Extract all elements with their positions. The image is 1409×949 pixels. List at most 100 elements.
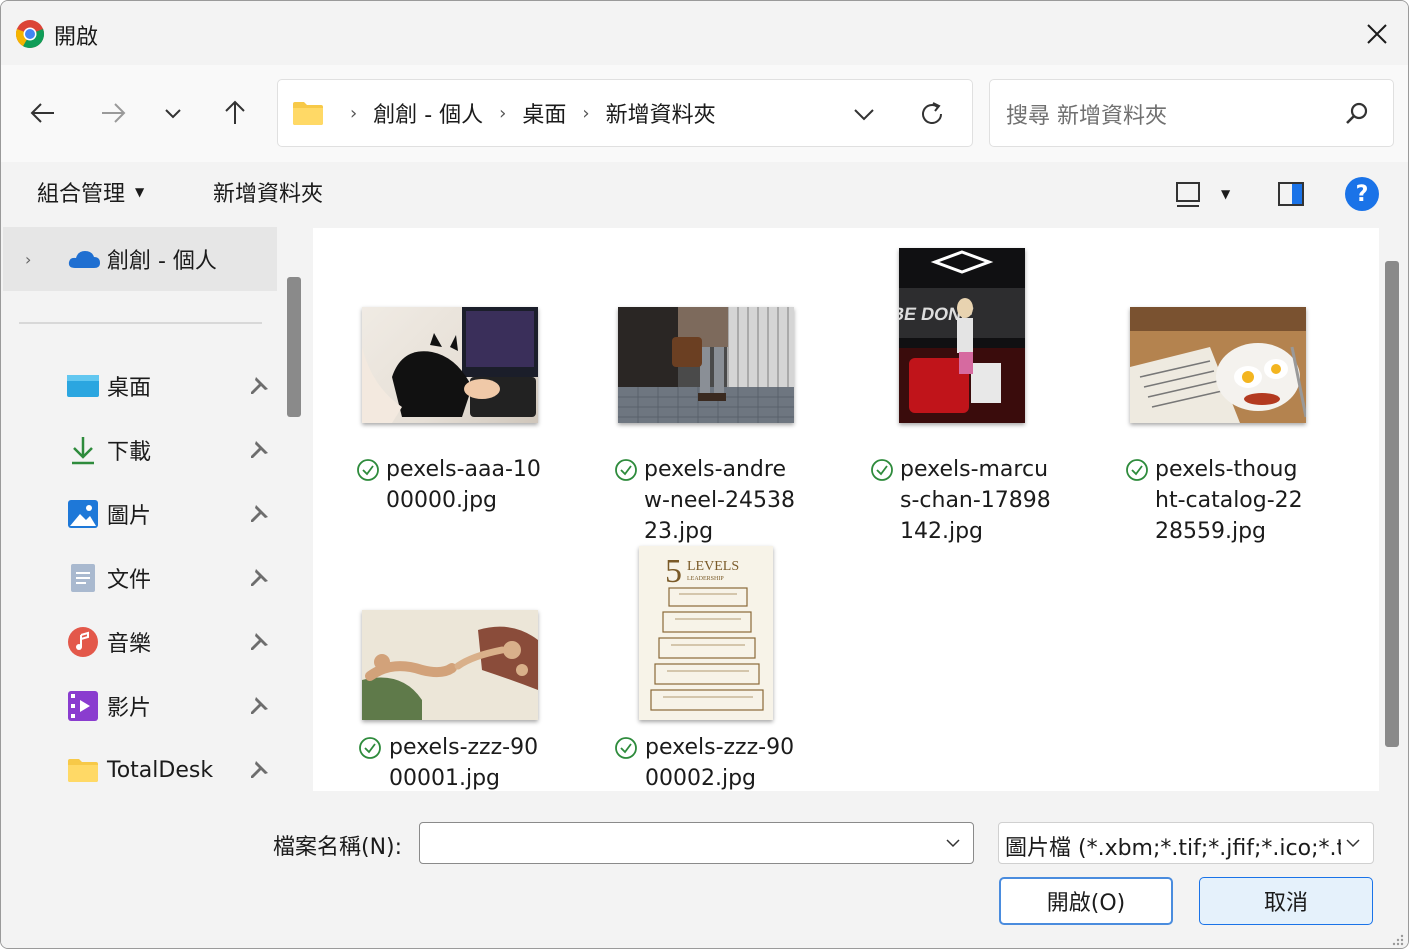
- breadcrumb-item-desktop[interactable]: 桌面: [522, 97, 566, 129]
- chrome-icon: [15, 20, 45, 48]
- caret-down-icon: ▼: [1221, 187, 1231, 201]
- file-name: pexels-andre w-neel-24538 23.jpg: [644, 457, 795, 544]
- image-thumbnail: [362, 610, 538, 720]
- window-title: 開啟: [54, 25, 99, 50]
- preview-pane-icon: [1278, 182, 1304, 206]
- pin-icon: [251, 633, 268, 650]
- arrow-up-icon: [225, 100, 245, 124]
- chevron-right-icon: ›: [25, 249, 32, 269]
- sidebar-item-downloads[interactable]: 下載: [1, 421, 281, 479]
- file-item[interactable]: pexels-andre w-neel-24538 23.jpg: [609, 248, 839, 548]
- back-button[interactable]: [21, 91, 65, 135]
- pin-icon: [251, 377, 268, 394]
- resize-grip-icon[interactable]: [1390, 932, 1404, 946]
- cancel-button[interactable]: 取消: [1199, 877, 1373, 925]
- videos-icon: [67, 690, 99, 722]
- book-cover-subtitle: LEADERSHIP: [687, 576, 724, 582]
- title-bar: 開啟: [1, 1, 1408, 65]
- music-icon: [67, 626, 99, 658]
- book-cover-title: LEVELS: [687, 559, 739, 574]
- book-cover-number: 5: [665, 553, 682, 590]
- file-item[interactable]: BE DONE pexels-marcu s-chan-17898 142.jpg: [865, 248, 1095, 548]
- breadcrumb-separator: ›: [499, 102, 507, 124]
- file-type-select[interactable]: 圖片檔 (*.xbm;*.tif;*.jfif;*.ico;*.t: [998, 822, 1374, 864]
- sidebar-item-documents[interactable]: 文件: [1, 549, 281, 607]
- refresh-button[interactable]: [914, 96, 950, 132]
- up-button[interactable]: [213, 91, 257, 135]
- sidebar-item-desktop[interactable]: 桌面: [1, 357, 281, 415]
- file-item[interactable]: pexels-thoug ht-catalog-22 28559.jpg: [1121, 248, 1351, 548]
- new-folder-button[interactable]: 新增資料夾: [213, 176, 323, 208]
- breadcrumb-item-new-folder[interactable]: 新增資料夾: [606, 97, 716, 129]
- file-item[interactable]: 5 LEVELS LEADERSHIP pexels-zzz-90 00002.j…: [609, 546, 839, 791]
- image-thumbnail: [362, 307, 538, 423]
- folder-icon: [67, 754, 99, 786]
- pin-icon: [251, 697, 268, 714]
- help-button[interactable]: ?: [1345, 177, 1379, 211]
- arrow-right-icon: [102, 103, 126, 123]
- open-file-dialog: 開啟 › 創創 - 個人 › 桌面 › 新增資料夾 搜尋 新增資料夾 組合管理 …: [0, 0, 1409, 949]
- help-icon: ?: [1355, 181, 1369, 207]
- file-name: pexels-zzz-90 00002.jpg: [645, 735, 795, 791]
- close-icon: [1367, 24, 1387, 44]
- sync-ok-icon: [359, 737, 381, 759]
- recent-locations-button[interactable]: [151, 91, 195, 135]
- caret-down-icon: ▼: [135, 185, 145, 199]
- file-item[interactable]: pexels-aaa-10 00000.jpg: [353, 248, 583, 528]
- chevron-down-icon: [854, 109, 874, 121]
- file-type-dropdown-button[interactable]: [1341, 831, 1365, 855]
- image-thumbnail: BE DONE: [899, 248, 1025, 423]
- sidebar-scrollbar-thumb[interactable]: [287, 277, 301, 417]
- onedrive-cloud-icon: [68, 251, 100, 268]
- open-button[interactable]: 開啟(O): [999, 877, 1173, 925]
- dialog-footer: 檔案名稱(N): 圖片檔 (*.xbm;*.tif;*.jfif;*.ico;*…: [1, 791, 1408, 948]
- view-icon: [1176, 182, 1200, 207]
- sidebar-item-totaldesk[interactable]: TotalDesk: [1, 741, 281, 791]
- sidebar-item-label: 下載: [107, 440, 152, 465]
- address-dropdown-button[interactable]: [846, 96, 882, 132]
- sidebar-item-music[interactable]: 音樂: [1, 613, 281, 671]
- chevron-down-icon: [1346, 839, 1360, 848]
- change-view-button[interactable]: ▼: [1173, 176, 1243, 212]
- breadcrumb-separator: ›: [350, 102, 358, 124]
- download-icon: [67, 434, 99, 466]
- sidebar-item-label: 影片: [107, 696, 152, 721]
- breadcrumb-item-onedrive[interactable]: 創創 - 個人: [373, 97, 483, 129]
- refresh-icon: [922, 102, 942, 125]
- sidebar-item-onedrive[interactable]: › 創創 - 個人: [3, 227, 277, 291]
- filename-field[interactable]: [419, 822, 974, 864]
- sync-ok-icon: [357, 459, 379, 481]
- chevron-down-icon: [165, 109, 181, 119]
- sync-ok-icon: [615, 459, 637, 481]
- file-name: pexels-thoug ht-catalog-22 28559.jpg: [1155, 457, 1303, 544]
- file-list-view: pexels-aaa-10 00000.jpg pexels-andre w-n…: [313, 228, 1379, 791]
- file-name: pexels-marcu s-chan-17898 142.jpg: [900, 457, 1051, 544]
- sidebar-item-label: 桌面: [107, 376, 152, 401]
- pin-icon: [251, 441, 268, 458]
- search-box[interactable]: 搜尋 新增資料夾: [989, 79, 1394, 147]
- file-type-value: 圖片檔 (*.xbm;*.tif;*.jfif;*.ico;*.t: [1005, 836, 1341, 861]
- sidebar-item-pictures[interactable]: 圖片: [1, 485, 281, 543]
- file-item[interactable]: pexels-zzz-90 00001.jpg: [353, 546, 583, 791]
- desktop-icon: [67, 370, 99, 402]
- image-thumbnail: [1130, 307, 1306, 423]
- filename-dropdown-button[interactable]: [941, 831, 965, 855]
- preview-pane-button[interactable]: [1273, 176, 1309, 212]
- address-bar[interactable]: › 創創 - 個人 › 桌面 › 新增資料夾: [277, 79, 973, 147]
- close-button[interactable]: [1360, 17, 1394, 51]
- image-thumbnail: 5 LEVELS LEADERSHIP: [639, 546, 773, 720]
- pin-icon: [251, 569, 268, 586]
- navigation-pane: › 創創 - 個人 桌面 下載 圖片 文件 音樂 影片 TotalDesk: [1, 225, 305, 791]
- search-placeholder: 搜尋 新增資料夾: [1006, 104, 1167, 129]
- pictures-icon: [67, 498, 99, 530]
- navigation-bar: › 創創 - 個人 › 桌面 › 新增資料夾 搜尋 新增資料夾: [1, 65, 1408, 162]
- file-list-scrollbar-thumb[interactable]: [1385, 261, 1399, 747]
- image-thumbnail: [618, 307, 794, 423]
- file-name: pexels-zzz-90 00001.jpg: [389, 735, 539, 791]
- sidebar-item-videos[interactable]: 影片: [1, 677, 281, 735]
- folder-icon: [293, 102, 323, 125]
- forward-button[interactable]: [91, 91, 135, 135]
- file-name: pexels-aaa-10 00000.jpg: [386, 457, 541, 513]
- sync-ok-icon: [615, 737, 637, 759]
- organize-button[interactable]: 組合管理 ▼: [37, 176, 144, 208]
